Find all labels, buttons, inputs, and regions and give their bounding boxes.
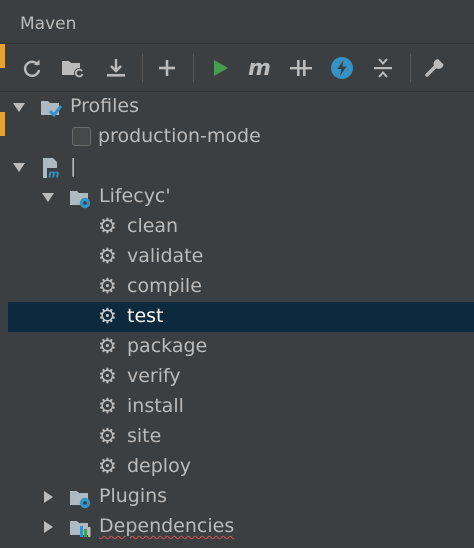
goal-label: test: [127, 305, 164, 327]
goal-label: clean: [127, 215, 179, 237]
tree-label-plugins: Plugins: [99, 485, 168, 507]
maven-tool-window: Maven m Profiles production-mode m | Lif…: [0, 0, 474, 548]
expanded-arrow-icon[interactable]: [41, 190, 55, 204]
lifecycle-folder-icon: [70, 191, 91, 209]
download-button[interactable]: [101, 53, 131, 83]
expanded-arrow-icon[interactable]: [12, 100, 26, 114]
gear-icon: ⚙: [98, 334, 117, 358]
goal-label: package: [127, 335, 208, 357]
lifecycle-goal-package[interactable]: ⚙ package: [8, 332, 474, 362]
goal-label: compile: [127, 275, 202, 297]
add-button[interactable]: [152, 53, 182, 83]
lifecycle-goal-verify[interactable]: ⚙ verify: [8, 362, 474, 392]
skip-tests-icon: [290, 60, 312, 76]
gear-icon: ⚙: [98, 454, 117, 478]
profiles-icon: [41, 101, 62, 118]
tree-node-profiles[interactable]: Profiles: [8, 92, 474, 122]
toolbar-separator: [410, 54, 411, 82]
goal-label: deploy: [127, 455, 191, 477]
expanded-arrow-icon[interactable]: [12, 160, 26, 174]
generate-sources-icon: [62, 61, 84, 78]
goal-label: install: [127, 395, 184, 417]
gear-icon: ⚙: [98, 304, 117, 328]
collapsed-arrow-icon[interactable]: [41, 490, 55, 504]
plugins-folder-icon: [70, 491, 91, 509]
gear-icon: ⚙: [98, 214, 117, 238]
toolbar-separator: [142, 54, 143, 82]
tree-node-project[interactable]: m |: [8, 152, 474, 182]
download-icon: [107, 59, 125, 77]
lifecycle-goal-site[interactable]: ⚙ site: [8, 422, 474, 452]
collapse-all-button[interactable]: [368, 53, 398, 83]
tree-label-project: |: [70, 155, 77, 177]
tree-node-dependencies[interactable]: Dependencies: [8, 512, 474, 542]
dependencies-folder-icon: [70, 521, 91, 537]
maven-project-icon: m: [43, 158, 62, 180]
offline-mode-button[interactable]: [327, 53, 357, 83]
add-icon: [159, 60, 175, 76]
tree-node-lifecycle[interactable]: Lifecyc': [8, 182, 474, 212]
lifecycle-goal-clean[interactable]: ⚙ clean: [8, 212, 474, 242]
maven-settings-button[interactable]: [420, 53, 450, 83]
reload-button[interactable]: [17, 53, 47, 83]
goal-label: validate: [127, 245, 204, 267]
goal-label: site: [127, 425, 162, 447]
gear-icon: ⚙: [98, 244, 117, 268]
svg-text:m: m: [48, 168, 59, 180]
lifecycle-goal-test[interactable]: ⚙ test: [8, 302, 474, 332]
title-bar: Maven: [0, 0, 474, 44]
tree-node-plugins[interactable]: Plugins: [8, 482, 474, 512]
execute-maven-goal-button[interactable]: m: [245, 53, 275, 83]
maven-toolbar: m: [0, 44, 474, 92]
gear-icon: ⚙: [98, 424, 117, 448]
lifecycle-goal-install[interactable]: ⚙ install: [8, 392, 474, 422]
maven-goal-icon: m: [248, 57, 271, 79]
reload-icon: [23, 59, 41, 77]
gear-icon: ⚙: [98, 274, 117, 298]
tree-label-profiles: Profiles: [70, 95, 139, 117]
panel-title: Maven: [20, 14, 77, 34]
profile-checkbox[interactable]: [72, 127, 91, 146]
skip-tests-button[interactable]: [286, 53, 316, 83]
profile-item-production-mode[interactable]: production-mode: [8, 122, 474, 152]
gear-icon: ⚙: [98, 364, 117, 388]
profile-label: production-mode: [98, 125, 261, 147]
collapse-all-icon: [374, 58, 392, 78]
run-button[interactable]: [205, 53, 235, 83]
gear-icon: ⚙: [98, 394, 117, 418]
collapsed-arrow-icon[interactable]: [41, 520, 55, 534]
lifecycle-goal-compile[interactable]: ⚙ compile: [8, 272, 474, 302]
settings-wrench-icon: [425, 59, 444, 77]
lifecycle-goal-validate[interactable]: ⚙ validate: [8, 242, 474, 272]
tree-label-lifecycle: Lifecyc': [99, 185, 171, 207]
run-icon: [214, 60, 228, 76]
lifecycle-goal-deploy[interactable]: ⚙ deploy: [8, 452, 474, 482]
offline-icon: [331, 57, 353, 79]
generate-sources-button[interactable]: [58, 53, 88, 83]
svg-text:m: m: [248, 57, 271, 79]
gutter-marker: [0, 112, 5, 136]
tree-label-dependencies: Dependencies: [99, 515, 235, 537]
toolbar-separator: [193, 54, 194, 82]
goal-label: verify: [127, 365, 181, 387]
